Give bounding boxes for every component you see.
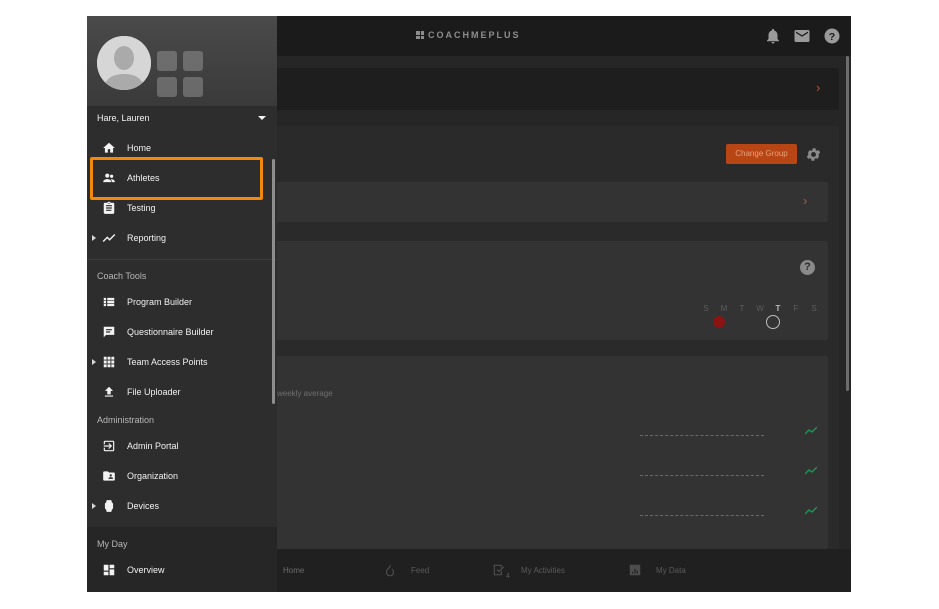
caret-down-icon[interactable] xyxy=(258,116,266,120)
question-icon[interactable]: ? xyxy=(800,260,815,275)
svg-text:?: ? xyxy=(829,31,835,43)
trend-icon xyxy=(102,234,116,242)
expand-arrow-icon[interactable] xyxy=(92,235,96,241)
divider xyxy=(87,259,277,260)
avatar[interactable] xyxy=(97,36,151,90)
mail-icon[interactable] xyxy=(793,27,811,45)
nav-label: Home xyxy=(127,143,152,153)
nav-label: File Uploader xyxy=(127,387,181,397)
brand-text: COACHMEPLUS xyxy=(428,30,521,40)
upload-icon xyxy=(104,386,114,397)
nav-item-devices[interactable]: Devices xyxy=(87,492,277,522)
day-label: S xyxy=(703,304,709,313)
nav-item-file-uploader[interactable]: File Uploader xyxy=(87,378,277,408)
comment-icon xyxy=(103,326,115,338)
home-icon xyxy=(103,142,115,153)
user-silhouette-icon xyxy=(97,36,151,90)
change-group-button[interactable]: Change Group xyxy=(726,144,797,164)
login-icon xyxy=(103,440,115,452)
bottom-nav-feed[interactable]: Feed xyxy=(411,566,429,575)
nav-item-organization[interactable]: Organization xyxy=(87,462,277,492)
chevron-right-icon[interactable]: › xyxy=(816,80,820,95)
day-label: W xyxy=(756,304,764,313)
nav-label: Testing xyxy=(127,203,156,213)
expand-arrow-icon[interactable] xyxy=(92,503,96,509)
app-window: COACHMEPLUS ? › Change Group › ? S M T W… xyxy=(87,16,851,592)
nav-label: Team Access Points xyxy=(127,357,208,367)
clipboard-icon xyxy=(103,201,115,214)
coach-tools-heading: Coach Tools xyxy=(97,271,147,281)
day-label: S xyxy=(811,304,817,313)
dashboard-icon xyxy=(103,564,115,576)
drawer-scrollbar[interactable] xyxy=(272,159,275,404)
week-days: S M T W T F S xyxy=(697,304,823,313)
nav-label: Reporting xyxy=(127,233,167,243)
nav-item-team-access-points[interactable]: Team Access Points xyxy=(87,348,277,378)
dashed-line xyxy=(640,475,764,476)
nav-item-program-builder[interactable]: Program Builder xyxy=(87,288,277,318)
user-name: Hare, Lauren xyxy=(97,113,150,123)
weekly-average-label: weekly average xyxy=(277,389,333,398)
watch-icon xyxy=(104,500,114,512)
folder-person-icon xyxy=(103,471,115,481)
coachmeplus-logo-icon xyxy=(157,51,203,97)
nav-label: Admin Portal xyxy=(127,441,179,451)
page-scrollbar[interactable] xyxy=(846,56,849,391)
trend-up-icon xyxy=(805,427,817,435)
help-icon[interactable]: ? xyxy=(823,27,841,45)
flame-icon[interactable] xyxy=(383,563,397,577)
administration-heading: Administration xyxy=(97,415,155,425)
trend-up-icon xyxy=(805,507,817,515)
nav-item-questionnaire-builder[interactable]: Questionnaire Builder xyxy=(87,318,277,348)
nav-item-overview[interactable]: Overview xyxy=(87,556,277,586)
bar-chart-icon[interactable] xyxy=(628,563,642,577)
day-label: T xyxy=(775,304,781,313)
my-day-heading: My Day xyxy=(97,539,128,549)
nav-label: Overview xyxy=(127,565,165,575)
trend-up-icon xyxy=(805,467,817,475)
brand-mark-icon xyxy=(416,31,424,39)
day-dot-today[interactable] xyxy=(766,315,780,329)
bell-icon[interactable] xyxy=(764,27,782,45)
activities-badge: 4 xyxy=(506,573,510,580)
gear-icon[interactable] xyxy=(805,146,822,163)
brand-logo[interactable]: COACHMEPLUS xyxy=(416,30,521,40)
day-label: M xyxy=(720,304,728,313)
nav-label: Program Builder xyxy=(127,297,193,307)
chevron-right-icon[interactable]: › xyxy=(803,193,807,208)
drawer-header xyxy=(87,16,277,106)
dashed-line xyxy=(640,515,764,516)
day-label: T xyxy=(739,304,745,313)
grid-icon xyxy=(103,356,115,368)
user-menu[interactable]: Hare, Lauren xyxy=(87,106,277,130)
athletes-highlight-box xyxy=(90,157,263,200)
side-drawer: Hare, Lauren Home Athletes Testing Repor… xyxy=(87,16,277,592)
nav-item-reporting[interactable]: Reporting xyxy=(87,224,277,254)
bottom-nav-home[interactable]: Home xyxy=(283,566,304,575)
nav-label: Organization xyxy=(127,471,179,481)
nav-item-admin-portal[interactable]: Admin Portal xyxy=(87,432,277,462)
nav-label: Questionnaire Builder xyxy=(127,327,214,337)
day-label: F xyxy=(793,304,799,313)
list-icon xyxy=(103,297,115,307)
day-dot-completed[interactable] xyxy=(713,316,725,328)
checklist-icon[interactable] xyxy=(492,563,506,577)
expand-arrow-icon[interactable] xyxy=(92,359,96,365)
bottom-nav-my-data[interactable]: My Data xyxy=(656,566,686,575)
nav-label: Devices xyxy=(127,501,160,511)
dashed-line xyxy=(640,435,764,436)
my-day-panel: My Day Overview xyxy=(87,527,277,592)
bottom-nav-my-activities[interactable]: My Activities xyxy=(521,566,565,575)
